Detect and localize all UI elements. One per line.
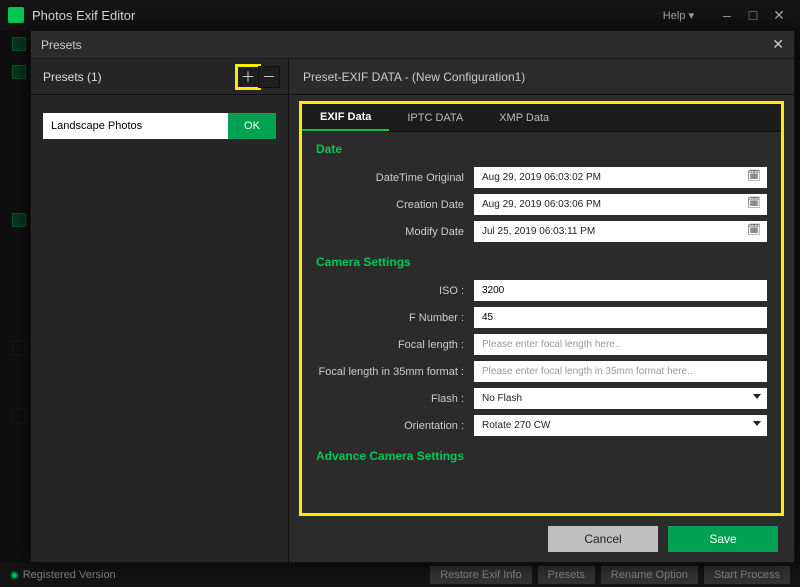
minimize-button[interactable]: –: [714, 7, 740, 23]
dialog-title: Presets: [41, 38, 82, 52]
app-title: Photos Exif Editor: [32, 8, 135, 23]
app-logo-icon: [8, 7, 24, 23]
modify-date-field[interactable]: Jul 25, 2019 06:03:11 PM 🗓: [474, 221, 767, 242]
status-bar: ◉ Registered Version Restore Exif Info P…: [0, 563, 800, 587]
calendar-icon[interactable]: 🗓: [747, 223, 761, 236]
calendar-icon[interactable]: 🗓: [747, 196, 761, 209]
tab-iptc-data[interactable]: IPTC DATA: [389, 104, 481, 131]
remove-preset-button[interactable]: －: [258, 66, 280, 88]
focal-length-label: Focal length :: [316, 339, 474, 351]
help-menu[interactable]: Help ▾: [663, 9, 694, 22]
preset-name-input[interactable]: [43, 113, 228, 139]
metadata-tabs: EXIF Data IPTC DATA XMP Data: [302, 104, 781, 132]
preset-ok-button[interactable]: OK: [228, 113, 276, 139]
app-titlebar: Photos Exif Editor Help ▾ – □ ✕: [0, 0, 800, 30]
orientation-label: Orientation :: [316, 420, 474, 432]
preset-detail-panel: Preset-EXIF DATA - (New Configuration1) …: [289, 59, 794, 562]
datetime-original-field[interactable]: Aug 29, 2019 06:03:02 PM 🗓: [474, 167, 767, 188]
group-date: Date: [302, 132, 781, 164]
orientation-select[interactable]: Rotate 270 CW: [474, 415, 767, 436]
focal-length-field[interactable]: [474, 334, 767, 355]
chevron-down-icon: [753, 394, 761, 399]
rename-option-button[interactable]: Rename Option: [601, 566, 698, 584]
chevron-down-icon: [753, 421, 761, 426]
group-advance: Advance Camera Settings: [302, 439, 781, 471]
iso-field[interactable]: [474, 280, 767, 301]
datetime-original-label: DateTime Original: [316, 172, 474, 184]
restore-exif-button[interactable]: Restore Exif Info: [430, 566, 531, 584]
exif-form-highlight: EXIF Data IPTC DATA XMP Data Date DateTi…: [299, 101, 784, 516]
fnumber-label: F Number :: [316, 312, 474, 324]
iso-label: ISO :: [316, 285, 474, 297]
presets-dialog: Presets ✕ Presets (1) ＋ － OK Preset-EXIF…: [30, 30, 795, 563]
fnumber-field[interactable]: [474, 307, 767, 328]
dialog-titlebar: Presets ✕: [31, 31, 794, 59]
tab-exif-data[interactable]: EXIF Data: [302, 104, 389, 131]
group-camera: Camera Settings: [302, 245, 781, 277]
presets-button[interactable]: Presets: [538, 566, 595, 584]
save-button[interactable]: Save: [668, 526, 778, 552]
focal-35mm-field[interactable]: [474, 361, 767, 382]
presets-count-label: Presets (1): [43, 70, 102, 84]
flash-select[interactable]: No Flash: [474, 388, 767, 409]
app-close-button[interactable]: ✕: [766, 7, 792, 24]
maximize-button[interactable]: □: [740, 7, 766, 23]
dialog-close-button[interactable]: ✕: [772, 36, 784, 53]
add-preset-button[interactable]: ＋: [237, 66, 259, 88]
dialog-buttons: Cancel Save: [289, 516, 794, 562]
form-scroll[interactable]: Date DateTime Original Aug 29, 2019 06:0…: [302, 132, 781, 513]
start-process-button[interactable]: Start Process: [704, 566, 790, 584]
cancel-button[interactable]: Cancel: [548, 526, 658, 552]
calendar-icon[interactable]: 🗓: [747, 169, 761, 182]
presets-panel: Presets (1) ＋ － OK: [31, 59, 289, 562]
tab-xmp-data[interactable]: XMP Data: [481, 104, 567, 131]
status-text: Registered Version: [23, 569, 116, 581]
registered-icon: ◉: [10, 570, 19, 581]
creation-date-label: Creation Date: [316, 199, 474, 211]
flash-label: Flash :: [316, 393, 474, 405]
creation-date-field[interactable]: Aug 29, 2019 06:03:06 PM 🗓: [474, 194, 767, 215]
focal-35mm-label: Focal length in 35mm format :: [316, 366, 474, 378]
modify-date-label: Modify Date: [316, 226, 474, 238]
detail-header: Preset-EXIF DATA - (New Configuration1): [289, 59, 794, 95]
